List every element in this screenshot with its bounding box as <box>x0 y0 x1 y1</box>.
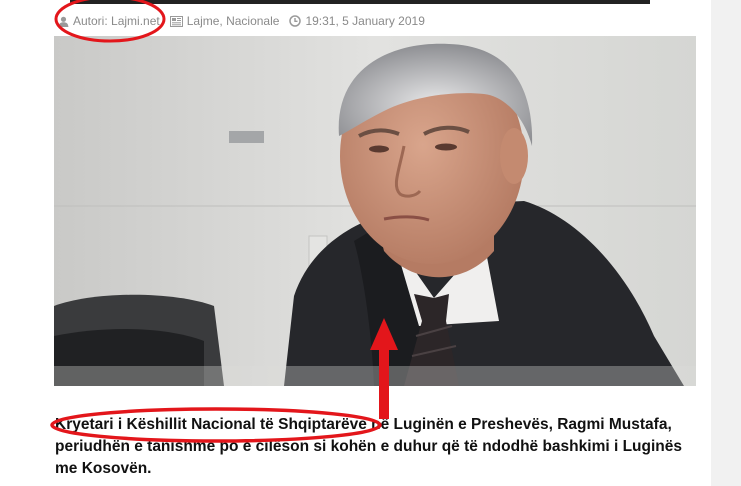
newspaper-icon <box>169 15 183 27</box>
clock-icon <box>289 15 302 27</box>
category-text[interactable]: Lajme, Nacionale <box>187 14 280 28</box>
article-meta: Autori: Lajmi.net Lajme, Nacionale 19:31… <box>58 12 435 30</box>
author-text[interactable]: Autori: Lajmi.net <box>73 14 160 28</box>
portrait-image <box>54 36 696 386</box>
article-photo[interactable] <box>54 36 696 386</box>
article-page: Autori: Lajmi.net Lajme, Nacionale 19:31… <box>0 0 741 486</box>
page-gutter <box>711 0 741 486</box>
author-meta[interactable]: Autori: Lajmi.net <box>58 14 160 28</box>
time-text: 19:31, 5 January 2019 <box>305 14 425 28</box>
time-meta: 19:31, 5 January 2019 <box>289 14 425 28</box>
user-icon <box>58 16 69 27</box>
article-headline[interactable]: Kryetari i Këshillit Nacional të Shqipta… <box>55 414 705 480</box>
top-divider <box>70 0 650 4</box>
category-meta[interactable]: Lajme, Nacionale <box>169 14 280 28</box>
